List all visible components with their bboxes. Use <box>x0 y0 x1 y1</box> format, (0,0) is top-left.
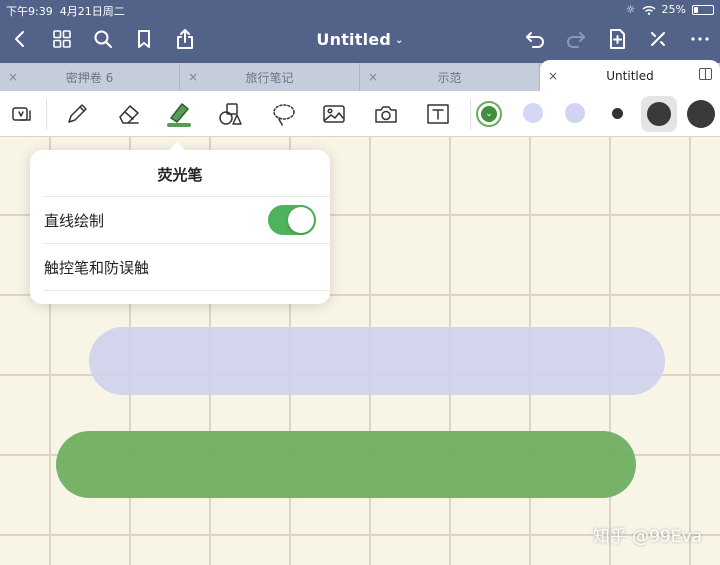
stroke-size-large[interactable] <box>687 100 715 128</box>
color-swatch-light-purple[interactable] <box>565 103 585 123</box>
read-only-toggle[interactable] <box>8 100 36 128</box>
close-icon[interactable]: × <box>8 70 18 84</box>
stylus-palm-rejection-row[interactable]: 触控笔和防误触 <box>44 255 330 279</box>
lasso-icon <box>273 104 295 126</box>
toolbar-divider <box>46 99 47 129</box>
document-tabs: × 密押卷 6 × 旅行笔记 × 示范 × Untitled <box>0 60 720 91</box>
eraser-tool[interactable] <box>115 100 143 128</box>
lasso-tool[interactable] <box>270 100 298 128</box>
shapes-tool[interactable] <box>217 100 245 128</box>
close-icon[interactable]: × <box>188 70 198 84</box>
color-swatch-lavender[interactable] <box>523 103 543 123</box>
highlighter-tool[interactable] <box>165 100 193 128</box>
status-bar: 下午9:39 4月21日周二 ☼ 25% <box>0 0 720 18</box>
popover-divider <box>44 196 330 197</box>
status-right: ☼ 25% <box>626 3 714 16</box>
stroke-size-medium-selected[interactable] <box>641 96 677 132</box>
battery-icon <box>692 4 714 15</box>
status-time: 下午9:39 4月21日周二 <box>6 5 125 18</box>
page-mode-icon <box>12 107 31 121</box>
highlighter-stroke-lavender[interactable] <box>89 327 665 395</box>
split-view-icon[interactable] <box>699 68 712 80</box>
tab-document-3[interactable]: × 示范 <box>360 63 540 91</box>
close-icon[interactable]: × <box>548 69 558 83</box>
checkmark-icon: ⌄ <box>481 106 497 122</box>
popover-arrow <box>168 142 186 151</box>
toolbar-divider <box>470 99 471 129</box>
chevron-down-icon: ⌄ <box>394 35 404 46</box>
toggle-knob <box>288 207 314 233</box>
wand-icon <box>651 32 665 46</box>
close-icon[interactable]: × <box>368 70 378 84</box>
straight-line-toggle[interactable] <box>268 205 316 235</box>
camera-tool[interactable] <box>372 100 400 128</box>
tab-document-1[interactable]: × 密押卷 6 <box>0 63 180 91</box>
popover-divider <box>44 243 330 244</box>
eraser-icon <box>119 105 139 124</box>
redo-button[interactable] <box>561 24 591 54</box>
pen-icon <box>68 104 87 123</box>
more-button[interactable] <box>685 24 715 54</box>
popover-divider <box>44 290 330 291</box>
highlighter-settings-popover: 荧光笔 直线绘制 触控笔和防误触 <box>30 142 330 304</box>
watermark: 知乎 @99Eva <box>592 527 702 547</box>
text-tool[interactable] <box>424 100 452 128</box>
pen-tool[interactable] <box>63 100 91 128</box>
more-icon <box>691 37 709 41</box>
undo-icon <box>526 32 544 48</box>
undo-button[interactable] <box>520 24 550 54</box>
wifi-icon <box>642 5 656 15</box>
navigation-bar: 下午9:39 4月21日周二 ☼ 25% Untitled ⌄ <box>0 0 720 63</box>
battery-percent: 25% <box>661 3 686 16</box>
stroke-size-small[interactable] <box>612 108 623 119</box>
color-swatch-green-selected[interactable]: ⌄ <box>476 101 502 127</box>
highlighter-icon <box>167 103 191 127</box>
image-icon <box>323 105 345 123</box>
camera-icon <box>375 106 397 123</box>
straight-line-label: 直线绘制 <box>44 211 105 230</box>
brightness-icon: ☼ <box>625 3 636 16</box>
stroke-size-dot <box>647 102 671 126</box>
add-page-button[interactable] <box>602 24 632 54</box>
redo-icon <box>567 32 585 48</box>
tab-document-active[interactable]: × Untitled <box>540 60 720 91</box>
tool-bar: ⌄ <box>0 91 720 137</box>
shapes-icon <box>219 103 242 125</box>
popover-title: 荧光笔 <box>157 166 203 184</box>
stylus-palm-rejection-label: 触控笔和防误触 <box>44 258 150 277</box>
magic-tools-button[interactable] <box>643 24 673 54</box>
text-box-icon <box>427 104 449 124</box>
image-tool[interactable] <box>320 100 348 128</box>
add-page-icon <box>610 29 625 49</box>
tab-document-2[interactable]: × 旅行笔记 <box>180 63 360 91</box>
highlighter-stroke-green[interactable] <box>56 431 636 498</box>
